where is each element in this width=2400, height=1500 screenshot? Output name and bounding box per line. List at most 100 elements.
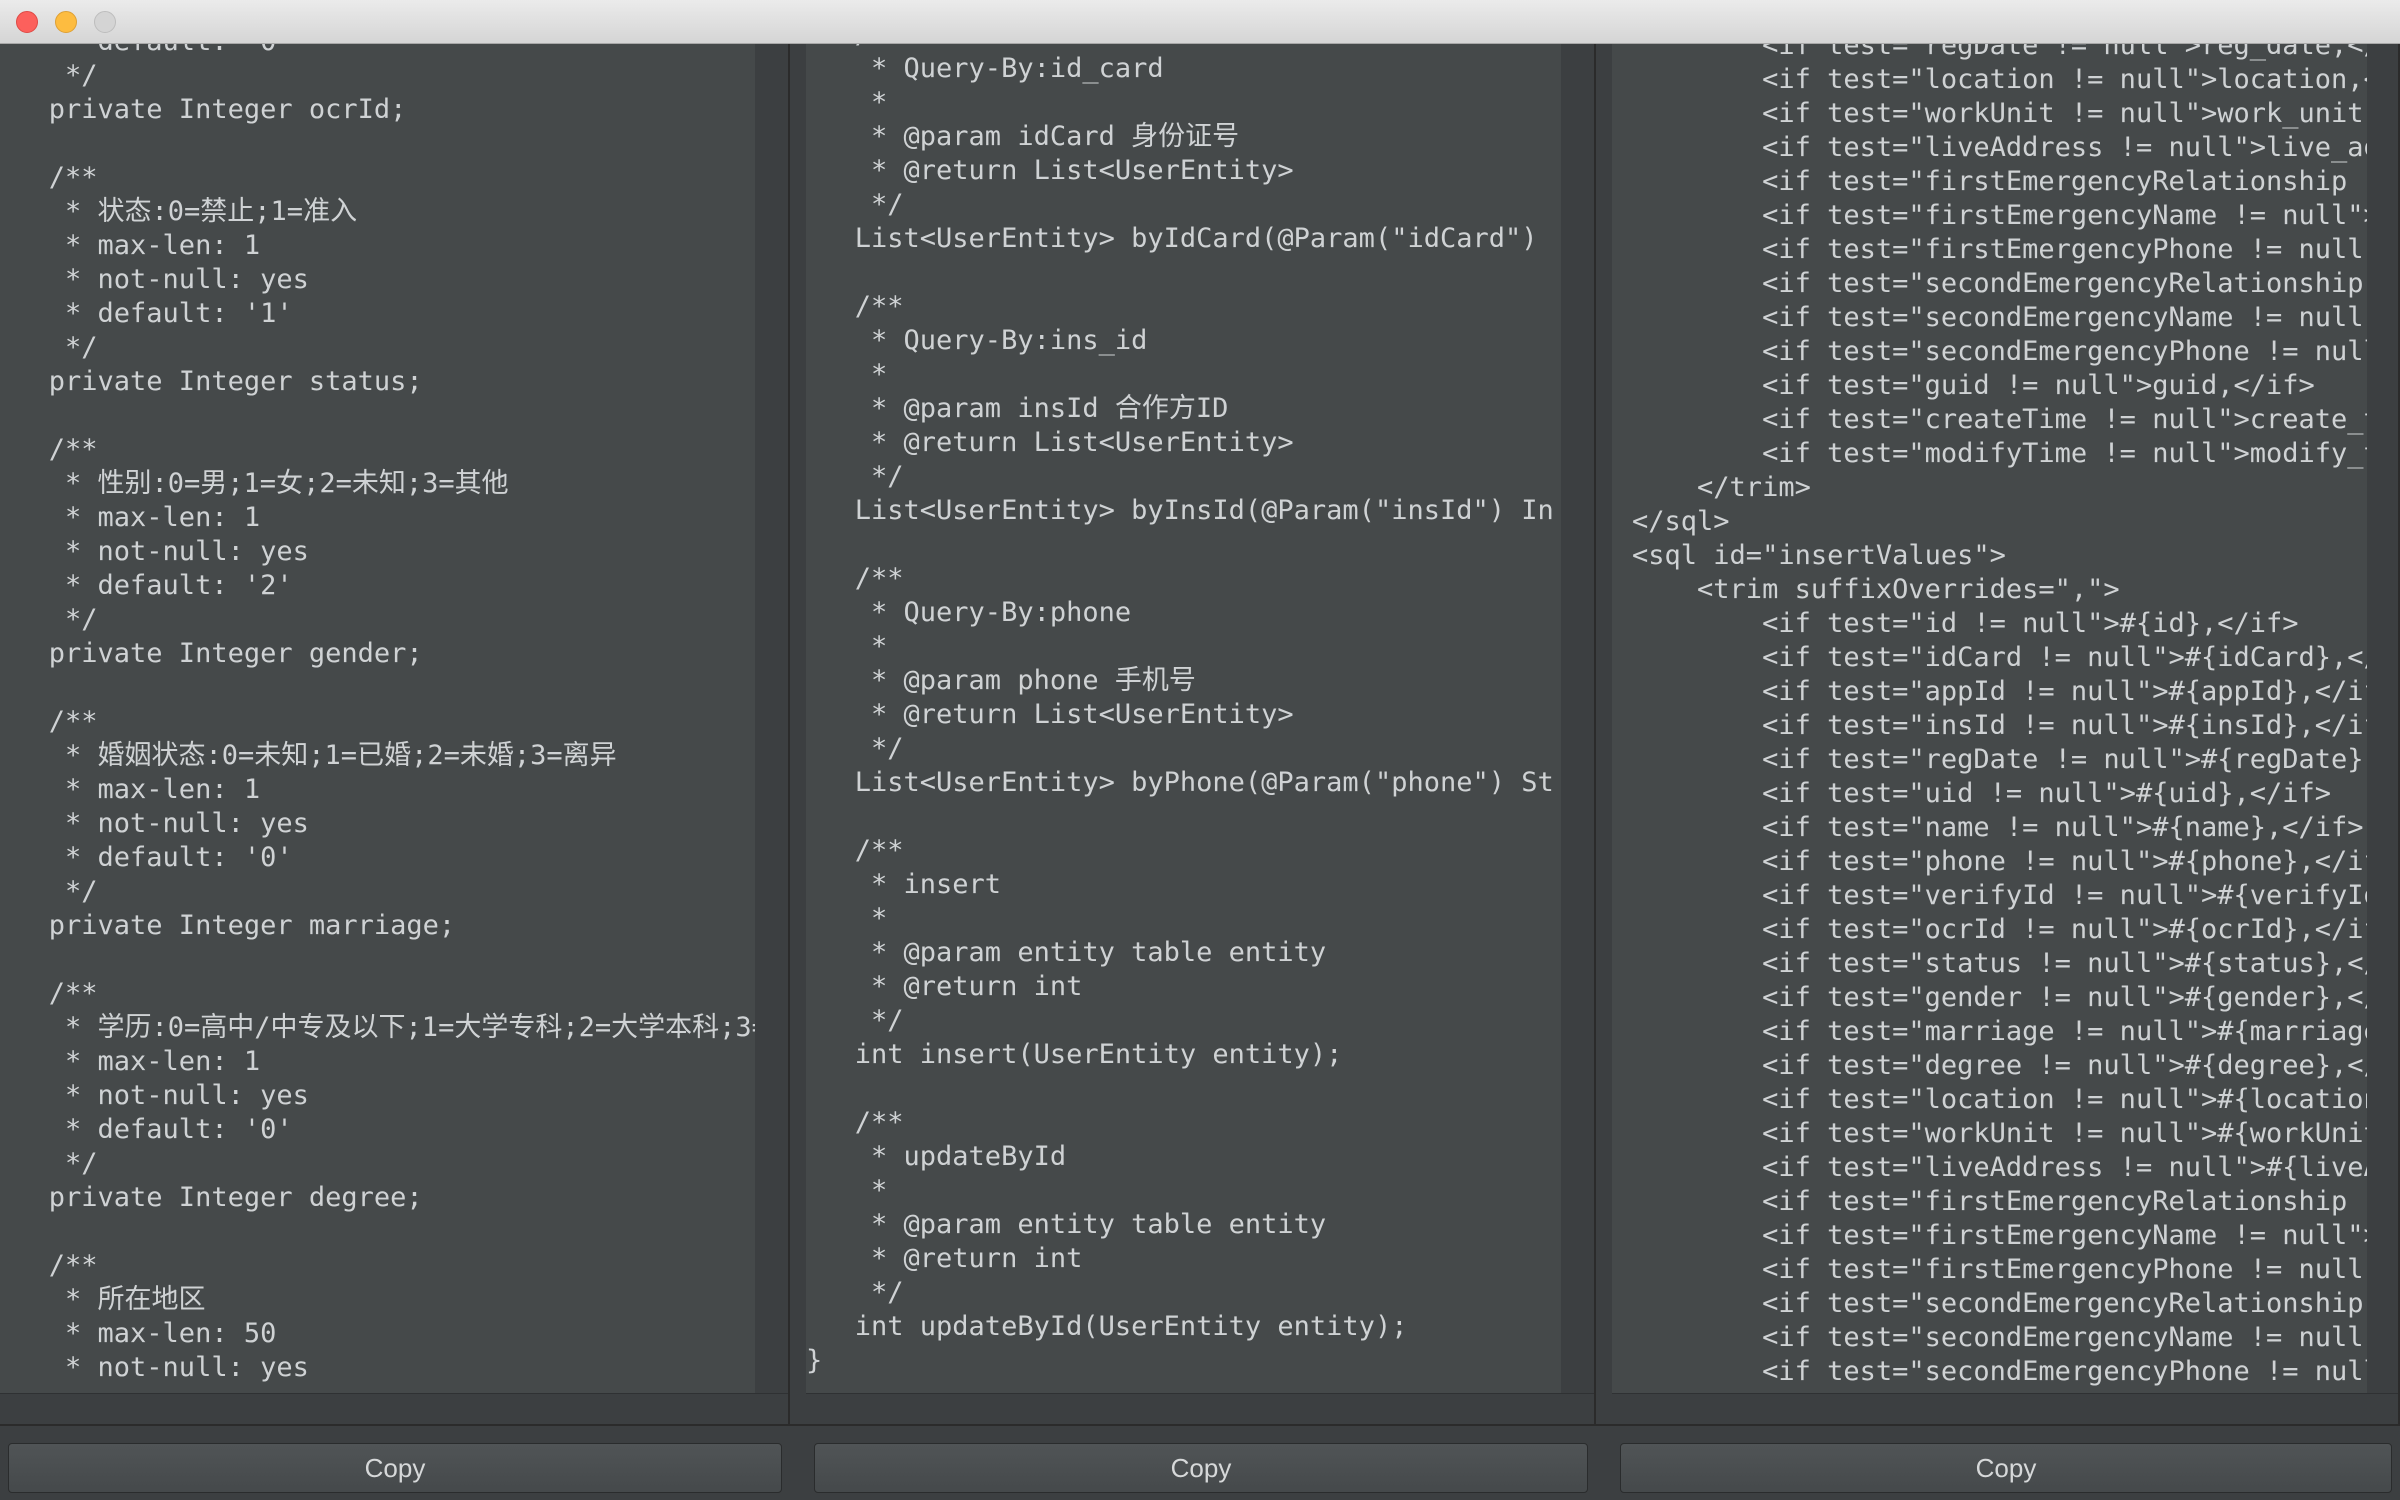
code-line: <if test="gender != null">#{gender},</if… [1762,982,2367,1013]
code-line: * default: '0' [0,44,755,59]
code-line: */ [0,1148,98,1179]
code-line: /** [0,978,98,1009]
code-line: */ [806,461,904,492]
code-line: /** [0,162,98,193]
code-line: List<UserEntity> byPhone(@Param("phone")… [806,767,1554,798]
code-line: <if test="firstEmergencyPhone != null"> [1612,234,2367,265]
code-line: * @param idCard 身份证号 [806,121,1240,152]
code-line: <if test="secondEmergencyRelationship !=… [1762,268,2364,299]
code-line: <if test="secondEmergencyPhone != null"> [1762,1356,2367,1387]
code-line: * not-null: yes [0,808,309,839]
code-line: */ [806,1277,904,1308]
code-line: * @return int [806,971,1083,1002]
code-line: private Integer marriage; [0,910,456,941]
code-line: <if test="secondEmergencyName != null"> [1612,302,2367,333]
maximize-window-button[interactable] [94,11,116,33]
code-text-area[interactable]: * default: '0' */ private Integer ocrId;… [0,44,755,1424]
code-line: * Query-By:phone [806,597,1132,628]
code-line: * updateById [806,1141,1067,1172]
code-line: * default: '0' [0,1114,293,1145]
code-line: * 性别:0=男;1=女;2=未知;3=其他 [0,468,509,499]
xml-code-pane: <if test="regDate != null">reg_date,</if… [1612,44,2400,1424]
code-line: <if test="location != null">location,</i… [1762,64,2367,95]
code-line: * [806,1175,888,1206]
code-line: <if test="regDate != null">#{regDate},</… [1762,744,2367,775]
code-line: * @param entity table entity [806,1209,1327,1240]
window-titlebar [0,0,2400,44]
code-line: * @param phone 手机号 [806,665,1196,696]
code-line: <if test="name != null">#{name},</if> [1612,812,2364,843]
horizontal-scrollbar[interactable] [0,1393,788,1424]
code-line: * 所在地区 [0,1284,206,1315]
code-line: * @return List<UserEntity> [806,427,1294,458]
code-line: * @return int [806,1243,1083,1274]
vertical-scrollbar[interactable] [2367,44,2389,1424]
code-line: <if test="status != null">#{status},</if… [1762,948,2367,979]
code-line: * @return List<UserEntity> [806,155,1294,186]
code-line: <if test="idCard != null">#{idCard},</if… [1762,642,2367,673]
code-line: * @param insId 合作方ID [806,393,1229,424]
code-line: <if test="ocrId != null">#{ocrId},</if> [1612,914,2367,945]
code-line: * max-len: 1 [0,230,261,261]
code-line: */ [0,332,98,363]
code-line: * not-null: yes [0,1080,309,1111]
code-line: /** [0,434,98,465]
code-line: * not-null: yes [0,1352,309,1383]
code-line: */ [0,604,98,635]
code-line: <if test="verifyId != null">#{verifyId},… [1762,880,2367,911]
code-line: /** [806,1107,904,1138]
code-line: int updateById(UserEntity entity); [806,1311,1408,1342]
code-line: <if test="location != null">#{location},… [1762,1084,2367,1115]
code-line: List<UserEntity> byIdCard(@Param("idCard… [806,223,1538,254]
code-line: <if test="firstEmergencyRelationship != … [1762,166,2367,197]
horizontal-scrollbar[interactable] [806,1393,1594,1424]
code-line: /** [806,291,904,322]
code-line: <if test="firstEmergencyPhone != null"> [1612,1254,2367,1285]
mapper-code-pane: /** * Query-By:id_card * * @param idCard… [806,44,1596,1424]
code-line: <if test="insId != null">#{insId},</if> [1612,710,2367,741]
code-line: <if test="workUnit != null">#{workUnit},… [1762,1118,2367,1149]
code-line: * [806,631,888,662]
code-line: <sql id="insertValues"> [1632,540,2006,571]
code-line: * insert [806,869,1002,900]
code-line: /** [0,706,98,737]
code-line: * [806,359,888,390]
code-line: <if test="marriage != null">#{marriage},… [1762,1016,2367,1047]
code-line: */ [806,1005,904,1036]
code-line: int insert(UserEntity entity); [806,1039,1343,1070]
code-line: * not-null: yes [0,264,309,295]
close-window-button[interactable] [16,11,38,33]
code-line: <if test="liveAddress != null">#{liveAdd… [1762,1152,2367,1183]
code-line: <if test="phone != null">#{phone},</if> [1612,846,2367,877]
code-line: private Integer degree; [0,1182,423,1213]
copy-button-pane-2[interactable]: Copy [814,1443,1588,1493]
vertical-scrollbar[interactable] [1561,44,1583,1424]
vertical-scrollbar[interactable] [755,44,777,1424]
code-line: * default: '2' [0,570,293,601]
code-line: List<UserEntity> byInsId(@Param("insId")… [806,495,1554,526]
code-line: <if test="secondEmergencyPhone != null"> [1762,336,2367,367]
code-line: <trim suffixOverrides=","> [1612,574,2120,605]
minimize-window-button[interactable] [55,11,77,33]
button-bar: Copy Copy Copy [0,1424,2400,1500]
code-line: * Query-By:ins_id [806,325,1148,356]
code-line: <if test="uid != null">#{uid},</if> [1612,778,2332,809]
code-line: private Integer ocrId; [0,94,407,125]
code-line: <if test="guid != null">guid,</if> [1612,370,2315,401]
code-line: <if test="appId != null">#{appId},</if> [1612,676,2367,707]
code-line: * Query-By:id_card [806,53,1164,84]
copy-button-pane-1[interactable]: Copy [8,1443,782,1493]
code-line: * max-len: 1 [0,502,261,533]
horizontal-scrollbar[interactable] [1612,1393,2398,1424]
code-line: */ [0,876,98,907]
copy-button-pane-3[interactable]: Copy [1620,1443,2392,1493]
code-text-area[interactable]: <if test="regDate != null">reg_date,</if… [1612,44,2367,1424]
code-text-area[interactable]: /** * Query-By:id_card * * @param idCard… [806,44,1561,1424]
code-line: * max-len: 1 [0,1046,261,1077]
code-line: /** [806,835,904,866]
code-line: </trim> [1697,472,1811,503]
code-line: <if test="degree != null">#{degree},</if… [1762,1050,2367,1081]
